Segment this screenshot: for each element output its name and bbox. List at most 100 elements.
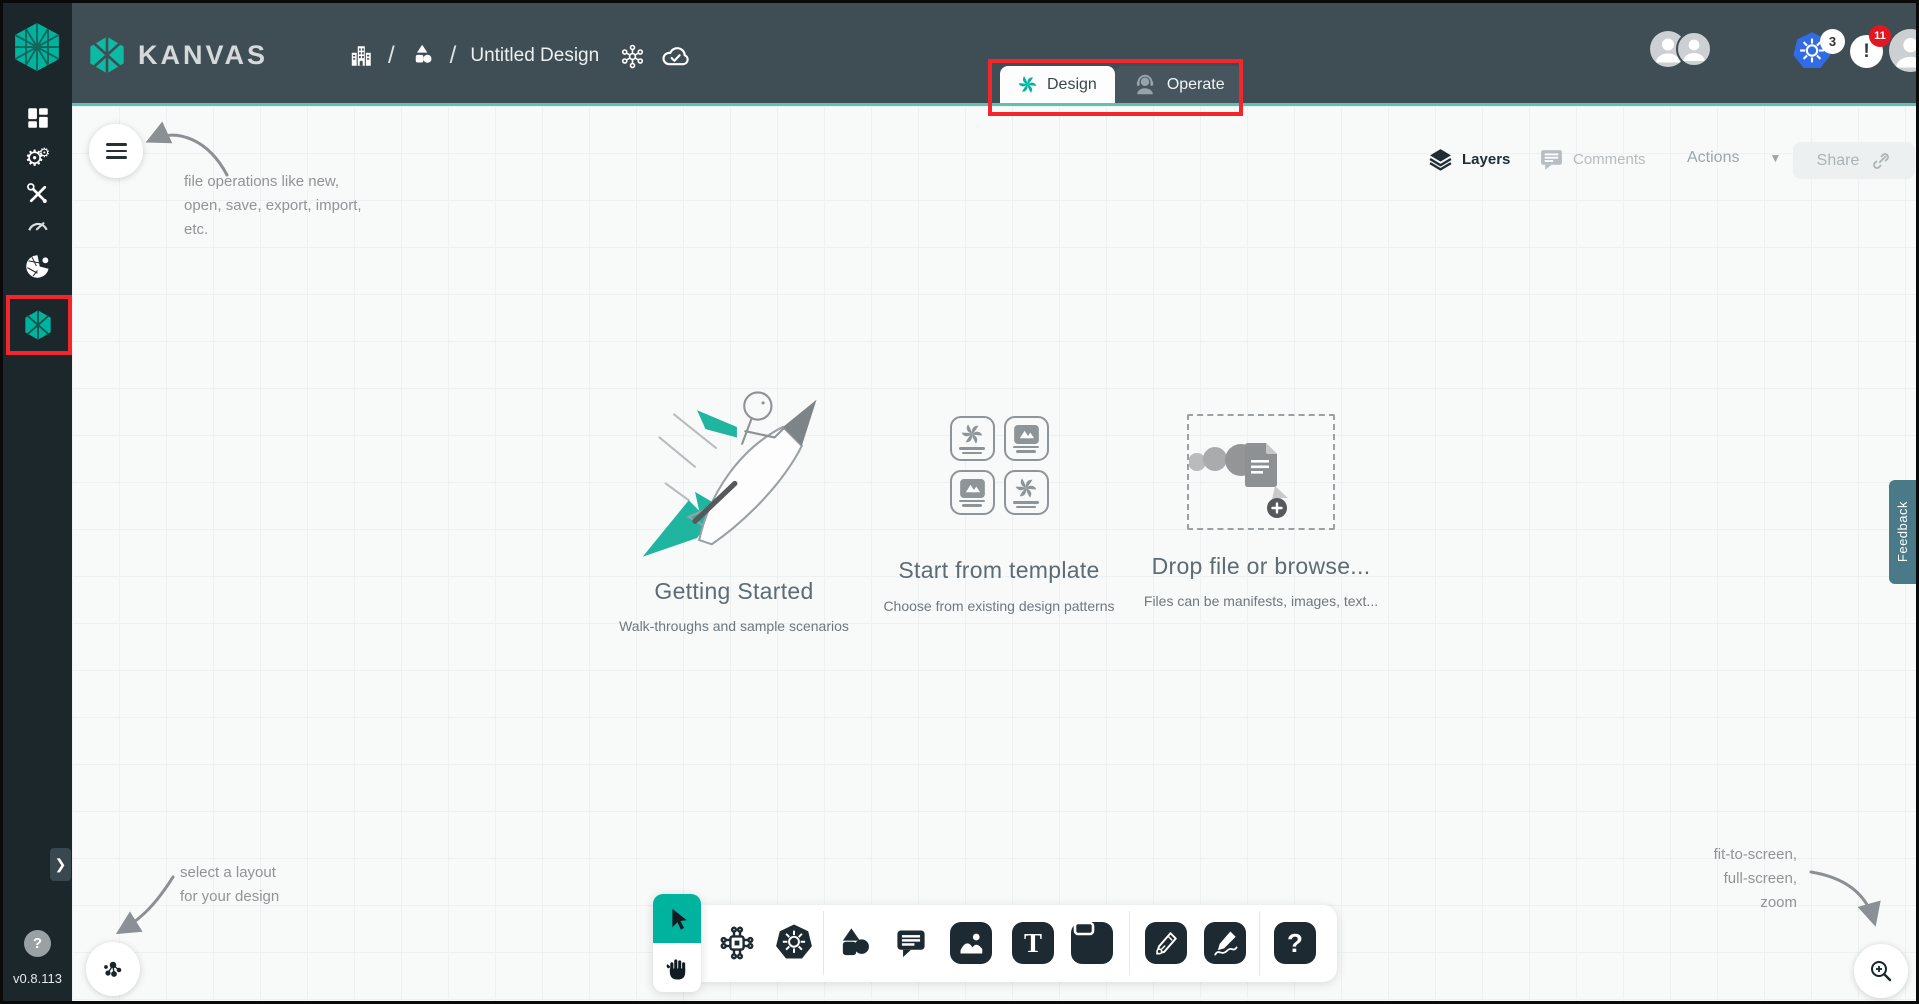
shapes-tool[interactable] — [832, 920, 878, 966]
zoom-in-icon — [1868, 958, 1894, 984]
alerts-count-badge: 11 — [1869, 25, 1891, 47]
tab-design[interactable]: Design — [1000, 66, 1115, 103]
organization-icon[interactable] — [348, 43, 374, 69]
design-name[interactable]: Untitled Design — [470, 45, 599, 67]
left-sidebar: ⚙⚙ ❯ — [3, 3, 72, 1001]
template-thumb-swirl — [950, 416, 995, 461]
card-subtitle: Files can be manifests, images, text... — [1131, 593, 1391, 609]
card-title: Getting Started — [604, 578, 864, 605]
file-menu-button[interactable] — [89, 124, 143, 178]
breadcrumb-separator: / — [450, 42, 457, 70]
layout-selector-button[interactable] — [86, 942, 140, 996]
breadcrumb-separator: / — [388, 42, 395, 70]
tab-operate[interactable]: Operate — [1115, 66, 1243, 103]
dashboard-icon — [25, 105, 51, 131]
text-tool[interactable]: T — [1012, 922, 1054, 964]
breadcrumb: / / Untitled Design — [348, 41, 690, 71]
layout-graph-icon — [99, 955, 127, 983]
template-thumbnails — [950, 416, 1049, 515]
sidebar-item-configuration[interactable] — [3, 176, 72, 210]
app-version: v0.8.113 — [3, 971, 72, 986]
card-getting-started[interactable]: Getting Started Walk-throughs and sample… — [604, 383, 864, 634]
card-title: Start from template — [869, 557, 1129, 584]
link-icon — [1871, 151, 1891, 171]
pencil-tool[interactable] — [1204, 922, 1246, 964]
card-title: Drop file or browse... — [1131, 553, 1391, 580]
sidebar-item-kanvas[interactable] — [3, 303, 72, 347]
sidebar-item-extensions[interactable] — [3, 249, 72, 283]
sidebar-item-performance[interactable] — [3, 209, 72, 243]
section-tool[interactable] — [1071, 922, 1113, 964]
component-chip-icon — [719, 925, 755, 961]
kanvas-extension-icon — [22, 309, 54, 341]
app-header: KANVAS / / Untitled Design — [72, 3, 1916, 106]
alert-glyph: ! — [1863, 41, 1869, 63]
layers-toggle[interactable]: Layers — [1428, 147, 1510, 172]
comments-icon — [1539, 147, 1564, 172]
help-button[interactable]: ? — [24, 930, 51, 957]
image-icon — [956, 928, 986, 958]
comments-label: Comments — [1573, 151, 1646, 168]
card-start-from-template[interactable]: Start from template Choose from existing… — [869, 383, 1129, 614]
meshery-logo-icon[interactable] — [12, 22, 62, 72]
shapes-icon — [838, 926, 872, 960]
sidebar-expand-chevron[interactable]: ❯ — [50, 848, 71, 881]
select-tool[interactable] — [653, 894, 701, 943]
kubernetes-icon — [773, 922, 815, 964]
share-button[interactable]: Share — [1793, 142, 1915, 179]
kanvas-app-window: KANVAS / / Untitled Design — [0, 0, 1919, 1004]
pencil-icon — [1209, 927, 1241, 959]
card-subtitle: Walk-throughs and sample scenarios — [604, 618, 864, 634]
zoom-button[interactable] — [1854, 944, 1908, 998]
feedback-tab[interactable]: Feedback — [1889, 480, 1916, 584]
comment-tool[interactable] — [888, 920, 934, 966]
comment-icon — [894, 926, 928, 960]
workspace-shapes-icon[interactable] — [409, 43, 436, 70]
sidebar-item-dashboard[interactable] — [3, 101, 72, 135]
gears-icon: ⚙⚙ — [25, 142, 50, 169]
extensions-icon — [24, 253, 51, 280]
pen-tool[interactable] — [1145, 922, 1187, 964]
comments-toggle[interactable]: Comments — [1539, 147, 1646, 172]
help-tool-glyph: ? — [1287, 928, 1303, 959]
kanvas-logo-icon — [87, 34, 127, 76]
drop-zone[interactable] — [1187, 414, 1335, 530]
cloud-saved-icon[interactable] — [660, 41, 690, 71]
collaborator-avatar[interactable] — [1676, 31, 1712, 67]
card-drop-file[interactable]: Drop file or browse... Files can be mani… — [1131, 383, 1391, 609]
operator-headset-icon — [1133, 73, 1157, 97]
template-thumb-swirl — [1004, 470, 1049, 515]
rocket-illustration — [634, 383, 844, 561]
actions-label: Actions — [1687, 149, 1739, 167]
card-subtitle: Choose from existing design patterns — [869, 598, 1129, 614]
tab-operate-label: Operate — [1167, 76, 1225, 94]
image-tool[interactable] — [950, 922, 992, 964]
actions-dropdown[interactable]: Actions ▼ — [1687, 149, 1781, 167]
brand-name: KANVAS — [138, 40, 268, 71]
annotation-file-operations: file operations like new, open, save, ex… — [184, 170, 362, 242]
layers-icon — [1428, 147, 1453, 172]
menu-icon — [106, 139, 127, 163]
cursor-icon — [665, 906, 689, 932]
visibility-network-icon[interactable] — [619, 43, 646, 70]
user-avatar[interactable] — [1889, 29, 1919, 72]
kubernetes-tool[interactable] — [771, 920, 817, 966]
toolbar-help-tool[interactable]: ? — [1274, 922, 1316, 964]
template-thumb-image — [1004, 416, 1049, 461]
annotation-zoom-controls: fit-to-screen, full-screen, zoom — [1714, 843, 1797, 915]
kubernetes-context-count-badge[interactable]: 3 — [1820, 29, 1845, 54]
brand: KANVAS — [87, 34, 268, 76]
toolkit-icon — [25, 181, 50, 206]
pointer-tool-panel — [653, 894, 701, 992]
drop-file-illustration — [1189, 416, 1337, 532]
section-icon — [1071, 922, 1113, 964]
template-thumb-image — [950, 470, 995, 515]
component-tool[interactable] — [714, 920, 760, 966]
tab-design-label: Design — [1047, 76, 1097, 94]
text-tool-glyph: T — [1024, 928, 1042, 959]
feedback-label: Feedback — [1895, 501, 1910, 562]
sidebar-item-lifecycle[interactable]: ⚙⚙ — [3, 139, 72, 173]
pan-tool[interactable] — [653, 943, 701, 992]
hand-icon — [666, 956, 689, 980]
chevron-down-icon: ▼ — [1769, 151, 1781, 165]
